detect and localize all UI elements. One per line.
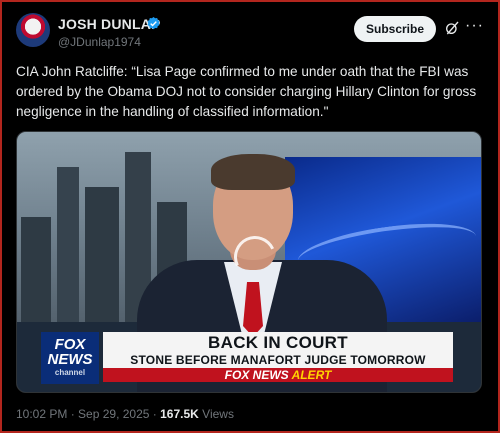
tweet-text: CIA John Ratcliffe: “Lisa Page confirmed… bbox=[16, 64, 477, 119]
author-handle[interactable]: @JDunlap1974 bbox=[58, 35, 141, 49]
meta-separator: · bbox=[67, 407, 79, 421]
more-options-icon[interactable]: ··· bbox=[465, 17, 484, 35]
avatar[interactable] bbox=[16, 13, 50, 47]
views-count: 167.5K bbox=[160, 407, 199, 421]
anchor-hair bbox=[211, 154, 295, 190]
meta-separator: · bbox=[149, 407, 161, 421]
fox-news-logo: FOX NEWS channel bbox=[41, 332, 99, 384]
logo-line-channel: channel bbox=[54, 368, 86, 377]
alert-brand: FOX NEWS bbox=[224, 368, 289, 382]
logo-line-fox: FOX bbox=[54, 336, 86, 353]
verified-badge-icon bbox=[147, 16, 160, 30]
city-building bbox=[85, 187, 119, 337]
views-label: Views bbox=[198, 407, 234, 421]
lower-third: BACK IN COURT STONE BEFORE MANAFORT JUDG… bbox=[103, 332, 453, 368]
tweet-meta: 10:02 PM · Sep 29, 2025 · 167.5K Views bbox=[16, 407, 234, 421]
logo-line-news: NEWS bbox=[47, 351, 93, 368]
video-player[interactable]: FOX NEWS channel BACK IN COURT STONE BEF… bbox=[16, 131, 482, 393]
city-building bbox=[57, 167, 79, 337]
post-date[interactable]: Sep 29, 2025 bbox=[78, 407, 149, 421]
post-time[interactable]: 10:02 PM bbox=[16, 407, 67, 421]
chyron-headline: BACK IN COURT bbox=[208, 333, 348, 352]
chyron-subheadline: STONE BEFORE MANAFORT JUDGE TOMORROW bbox=[130, 353, 426, 367]
subscribe-button[interactable]: Subscribe bbox=[354, 16, 436, 42]
alert-bar: FOX NEWS ALERT bbox=[103, 368, 453, 382]
city-building bbox=[21, 217, 51, 337]
grok-icon[interactable] bbox=[444, 20, 460, 36]
alert-word: ALERT bbox=[291, 368, 332, 382]
